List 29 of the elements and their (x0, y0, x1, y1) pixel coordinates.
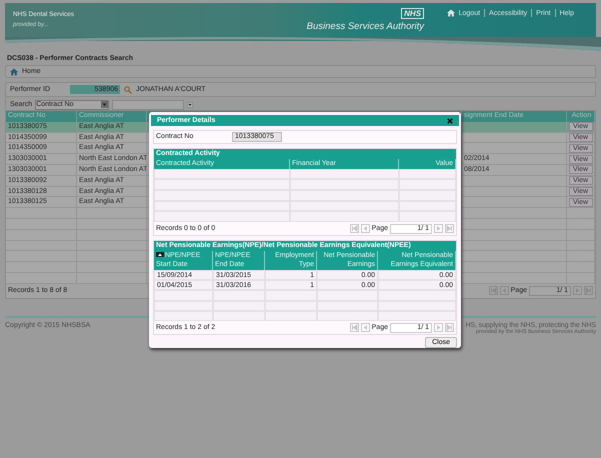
previous-page-icon[interactable] (500, 286, 509, 296)
search-icon[interactable] (124, 86, 132, 94)
next-page-icon[interactable] (434, 224, 443, 234)
close-icon[interactable] (447, 118, 453, 124)
sort-icon[interactable] (156, 252, 164, 258)
table-cell (213, 310, 265, 321)
home-icon[interactable] (446, 9, 455, 17)
previous-page-icon[interactable] (360, 224, 370, 234)
last-page-icon[interactable] (445, 224, 454, 234)
first-page-icon[interactable] (350, 224, 359, 234)
table-cell (265, 310, 317, 321)
previous-page-icon[interactable] (360, 323, 370, 332)
last-page-icon[interactable] (445, 323, 454, 332)
dropdown-arrow-icon (101, 101, 108, 108)
first-page-icon[interactable] (350, 323, 359, 332)
next-page-icon[interactable] (434, 323, 443, 332)
table-cell (77, 272, 147, 284)
last-page-icon[interactable] (584, 286, 593, 296)
search-field[interactable] (112, 100, 184, 110)
table-cell (77, 240, 147, 252)
next-page-icon[interactable] (573, 286, 582, 296)
search-button-icon[interactable] (187, 102, 194, 108)
first-page-icon[interactable] (488, 286, 498, 296)
authority-name: Business Services Authority (306, 21, 424, 32)
table-cell (77, 262, 147, 273)
table-cell (77, 251, 147, 262)
nhs-logo: NHS (401, 8, 424, 19)
home-icon[interactable] (10, 68, 18, 76)
table-cell (317, 310, 378, 321)
